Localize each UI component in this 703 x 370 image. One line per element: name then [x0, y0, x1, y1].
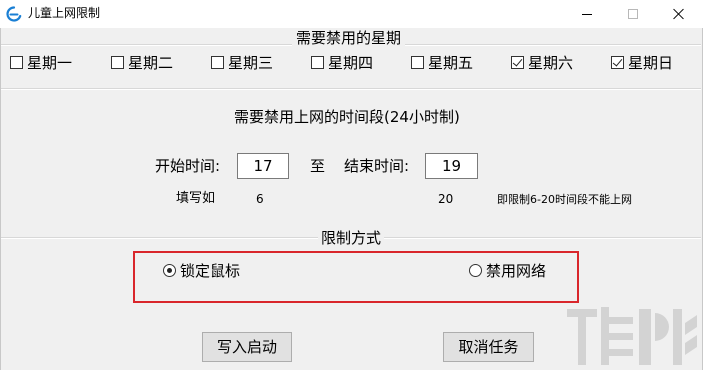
time-group-frame [1, 88, 701, 90]
checkbox-box[interactable] [311, 55, 324, 69]
checkbox-monday[interactable]: 星期一 [10, 53, 73, 72]
checkbox-label: 星期六 [528, 53, 574, 72]
checkbox-label: 星期四 [328, 53, 374, 72]
radio-disable-network[interactable]: 禁用网络 [469, 261, 547, 280]
example-start-value: 6 [256, 192, 264, 206]
minimize-icon [582, 13, 592, 15]
checkbox-box[interactable] [411, 55, 424, 69]
maximize-icon [628, 9, 638, 19]
checkbox-label: 星期日 [628, 53, 674, 72]
checkbox-tuesday[interactable]: 星期二 [111, 53, 174, 72]
checkbox-label: 星期二 [128, 53, 174, 72]
weekdays-group-title: 需要禁用的星期 [292, 29, 406, 47]
close-icon [673, 8, 685, 20]
apply-start-button[interactable]: 写入启动 [202, 332, 292, 362]
radio-label: 锁定鼠标 [180, 261, 241, 280]
checkbox-box-checked[interactable] [611, 55, 624, 69]
maximize-button[interactable] [610, 0, 656, 28]
example-label: 填写如 [176, 191, 216, 206]
radio-dot-selected[interactable] [163, 263, 176, 277]
start-time-input[interactable]: 17 [237, 153, 289, 179]
end-time-label: 结束时间: [344, 157, 410, 175]
end-time-input[interactable]: 19 [425, 153, 478, 179]
radio-dot[interactable] [469, 263, 482, 277]
checkbox-label: 星期五 [428, 53, 474, 72]
checkbox-box-checked[interactable] [511, 55, 524, 69]
checkbox-label: 星期一 [27, 53, 73, 72]
checkbox-saturday[interactable]: 星期六 [511, 53, 574, 72]
close-button[interactable] [656, 0, 702, 28]
window-title: 儿童上网限制 [28, 6, 101, 20]
checkbox-sunday[interactable]: 星期日 [611, 53, 674, 72]
radio-label: 禁用网络 [486, 261, 547, 280]
start-time-label: 开始时间: [155, 157, 221, 175]
checkbox-wednesday[interactable]: 星期三 [211, 53, 274, 72]
checkbox-label: 星期三 [228, 53, 274, 72]
radio-lock-mouse[interactable]: 锁定鼠标 [163, 261, 241, 280]
checkbox-box[interactable] [10, 55, 23, 69]
checkbox-thursday[interactable]: 星期四 [311, 53, 374, 72]
example-note: 即限制6-20时间段不能上网 [497, 193, 632, 206]
checkbox-box[interactable] [111, 55, 124, 69]
mode-group-title: 限制方式 [318, 229, 385, 247]
cancel-task-button[interactable]: 取消任务 [443, 332, 534, 362]
app-logo-icon [6, 6, 22, 22]
to-label: 至 [310, 157, 326, 175]
minimize-button[interactable] [564, 0, 610, 28]
time-group-title: 需要禁用上网的时间段(24小时制) [234, 108, 460, 126]
watermark-logo-icon [567, 307, 697, 365]
example-end-value: 20 [438, 192, 454, 206]
checkbox-box[interactable] [211, 55, 224, 69]
title-bar: 儿童上网限制 [0, 0, 703, 28]
checkbox-friday[interactable]: 星期五 [411, 53, 474, 72]
